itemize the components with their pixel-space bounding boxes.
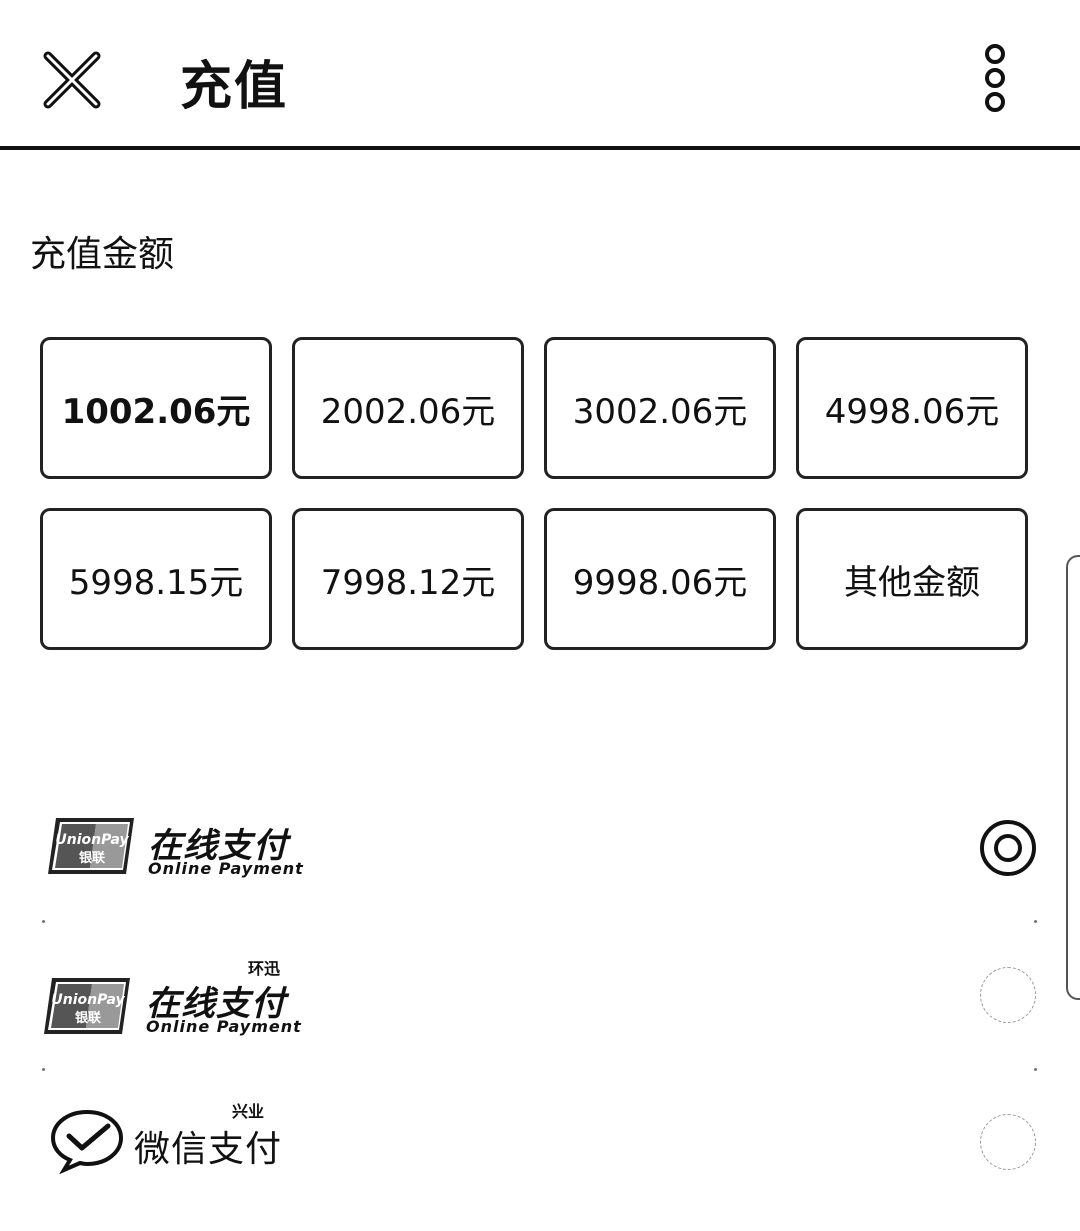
unionpay-logo-icon: UnionPay 银联	[44, 978, 130, 1034]
unionpay-logo-icon: UnionPay 银联	[48, 818, 134, 874]
close-button[interactable]	[40, 48, 104, 112]
payment-radio-wechat[interactable]	[980, 1114, 1036, 1170]
amount-option-7998[interactable]: 7998.12元	[292, 508, 524, 650]
amount-option-2002[interactable]: 2002.06元	[292, 337, 524, 479]
amount-option-other[interactable]: 其他金额	[796, 508, 1028, 650]
amount-option-4998[interactable]: 4998.06元	[796, 337, 1028, 479]
amount-section-label: 充值金额	[30, 234, 175, 275]
payment-radio-unionpay-huanxun[interactable]	[980, 967, 1036, 1023]
svg-text:UnionPay: UnionPay	[55, 832, 129, 848]
payment-method-wechat[interactable]: 兴业 微信支付	[0, 1068, 1080, 1218]
close-icon	[43, 51, 101, 109]
amount-options-grid: 1002.06元 2002.06元 3002.06元 4998.06元 5998…	[40, 337, 1032, 650]
more-options-button[interactable]	[975, 40, 1015, 120]
payment-method-unionpay[interactable]: UnionPay 银联 在线支付 Online Payment	[0, 770, 1080, 923]
svg-text:银联: 银联	[75, 1010, 101, 1026]
payment-subtitle: Online Payment	[146, 1017, 302, 1036]
wechat-pay-icon	[50, 1109, 124, 1174]
payment-radio-unionpay[interactable]	[980, 820, 1036, 876]
scrollbar[interactable]	[1066, 555, 1080, 1000]
more-vertical-icon	[985, 44, 1005, 112]
amount-option-3002[interactable]: 3002.06元	[544, 337, 776, 479]
svg-text:UnionPay: UnionPay	[51, 992, 125, 1008]
payment-provider-tag: 兴业	[232, 1102, 265, 1121]
page-title: 充值	[180, 57, 289, 117]
payment-method-unionpay-huanxun[interactable]: UnionPay 银联 环迅 在线支付 Online Payment	[0, 920, 1080, 1071]
amount-option-9998[interactable]: 9998.06元	[544, 508, 776, 650]
payment-title: 微信支付	[134, 1129, 283, 1170]
payment-subtitle: Online Payment	[148, 859, 304, 878]
svg-text:银联: 银联	[79, 850, 105, 866]
top-bar: 充值	[0, 0, 1080, 150]
amount-option-5998[interactable]: 5998.15元	[40, 508, 272, 650]
amount-option-1002[interactable]: 1002.06元	[40, 337, 272, 479]
